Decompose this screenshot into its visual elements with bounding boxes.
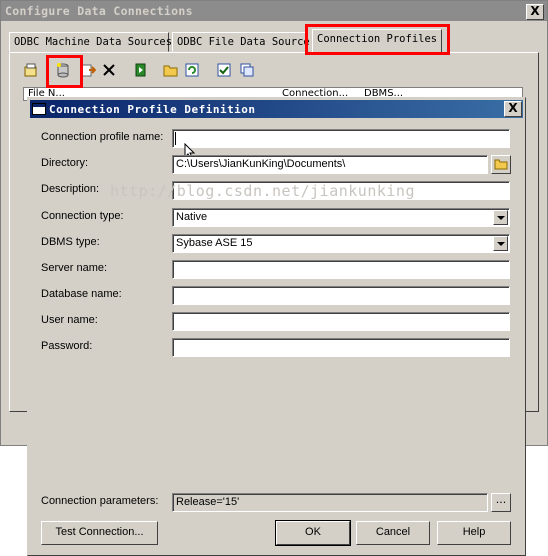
tab-odbc-file-data-source[interactable]: ODBC File Data Source xyxy=(172,32,310,52)
folder-icon xyxy=(494,159,508,170)
outer-close-button[interactable]: X xyxy=(526,4,544,20)
connection-parameters-field: Release='15' xyxy=(172,493,488,512)
directory-input[interactable]: C:\Users\JianKunKing\Documents\ xyxy=(172,155,488,174)
password-label: Password: xyxy=(41,340,93,352)
test-connection-button[interactable]: Test Connection... xyxy=(41,521,158,545)
dbms-type-label: DBMS type: xyxy=(41,236,100,248)
refresh-icon[interactable] xyxy=(184,62,200,78)
dialog-title: Connection Profile Definition xyxy=(49,102,256,116)
help-button[interactable]: Help xyxy=(437,521,511,545)
ok-button[interactable]: OK xyxy=(275,520,351,546)
outer-title-bar: Configure Data Connections xyxy=(1,1,547,21)
open-folder-icon[interactable] xyxy=(163,62,179,78)
test-icon[interactable] xyxy=(133,62,149,78)
profile-name-input[interactable] xyxy=(172,129,510,148)
connection-parameters-label: Connection parameters: xyxy=(41,495,159,507)
connection-type-select[interactable]: Native xyxy=(172,208,510,227)
server-name-label: Server name: xyxy=(41,262,108,274)
directory-label: Directory: xyxy=(41,157,89,169)
outer-window-title: Configure Data Connections xyxy=(5,4,193,18)
server-name-input[interactable] xyxy=(172,260,510,279)
copy-icon[interactable] xyxy=(239,62,255,78)
password-input[interactable] xyxy=(172,338,510,357)
highlight-new-profile-button xyxy=(46,55,83,88)
highlight-connection-profiles-tab xyxy=(305,24,450,55)
chevron-down-icon[interactable] xyxy=(493,236,508,251)
cancel-button[interactable]: Cancel xyxy=(356,521,430,545)
tab-odbc-machine-data-sources[interactable]: ODBC Machine Data Sources xyxy=(9,32,172,52)
check-icon[interactable] xyxy=(216,62,232,78)
dialog-close-button[interactable]: X xyxy=(504,101,522,117)
user-name-input[interactable] xyxy=(172,312,510,331)
database-name-input[interactable] xyxy=(172,286,510,305)
window-icon xyxy=(32,103,46,115)
dialog-title-bar: Connection Profile Definition xyxy=(30,100,523,118)
chevron-down-icon[interactable] xyxy=(493,210,508,225)
database-name-label: Database name: xyxy=(41,288,122,300)
description-input[interactable] xyxy=(172,181,510,200)
delete-icon[interactable] xyxy=(101,62,117,78)
browse-directory-button[interactable] xyxy=(491,155,511,174)
connection-profile-definition-dialog: Connection Profile Definition X Connecti… xyxy=(27,97,526,556)
description-label: Description: xyxy=(41,183,100,195)
dbms-type-select[interactable]: Sybase ASE 15 xyxy=(172,234,510,253)
user-name-label: User name: xyxy=(41,314,98,326)
connection-type-label: Connection type: xyxy=(41,210,124,222)
edit-parameters-button[interactable]: ... xyxy=(491,493,511,512)
profile-name-label: Connection profile name: xyxy=(41,131,164,143)
dbms-type-value: Sybase ASE 15 xyxy=(176,237,253,249)
text-cursor xyxy=(175,132,176,145)
connection-type-value: Native xyxy=(176,211,208,223)
properties-icon[interactable] xyxy=(23,62,39,78)
